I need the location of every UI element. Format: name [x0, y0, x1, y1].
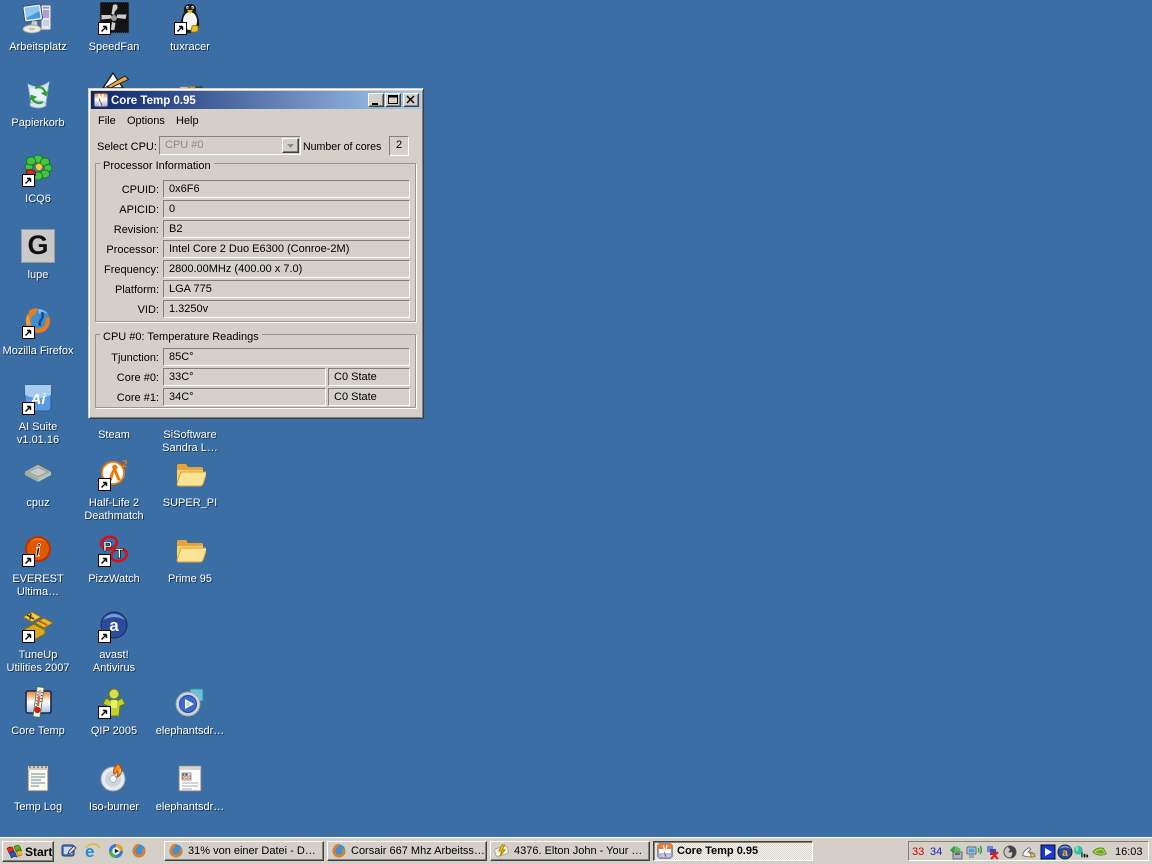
svg-text:2: 2 — [122, 459, 128, 470]
svg-text:a: a — [1062, 848, 1068, 859]
svg-text:e: e — [85, 843, 94, 859]
svg-text:a: a — [109, 616, 119, 635]
svg-text:i: i — [35, 540, 40, 560]
svg-text:P: P — [103, 538, 112, 554]
svg-text:T: T — [115, 545, 124, 561]
